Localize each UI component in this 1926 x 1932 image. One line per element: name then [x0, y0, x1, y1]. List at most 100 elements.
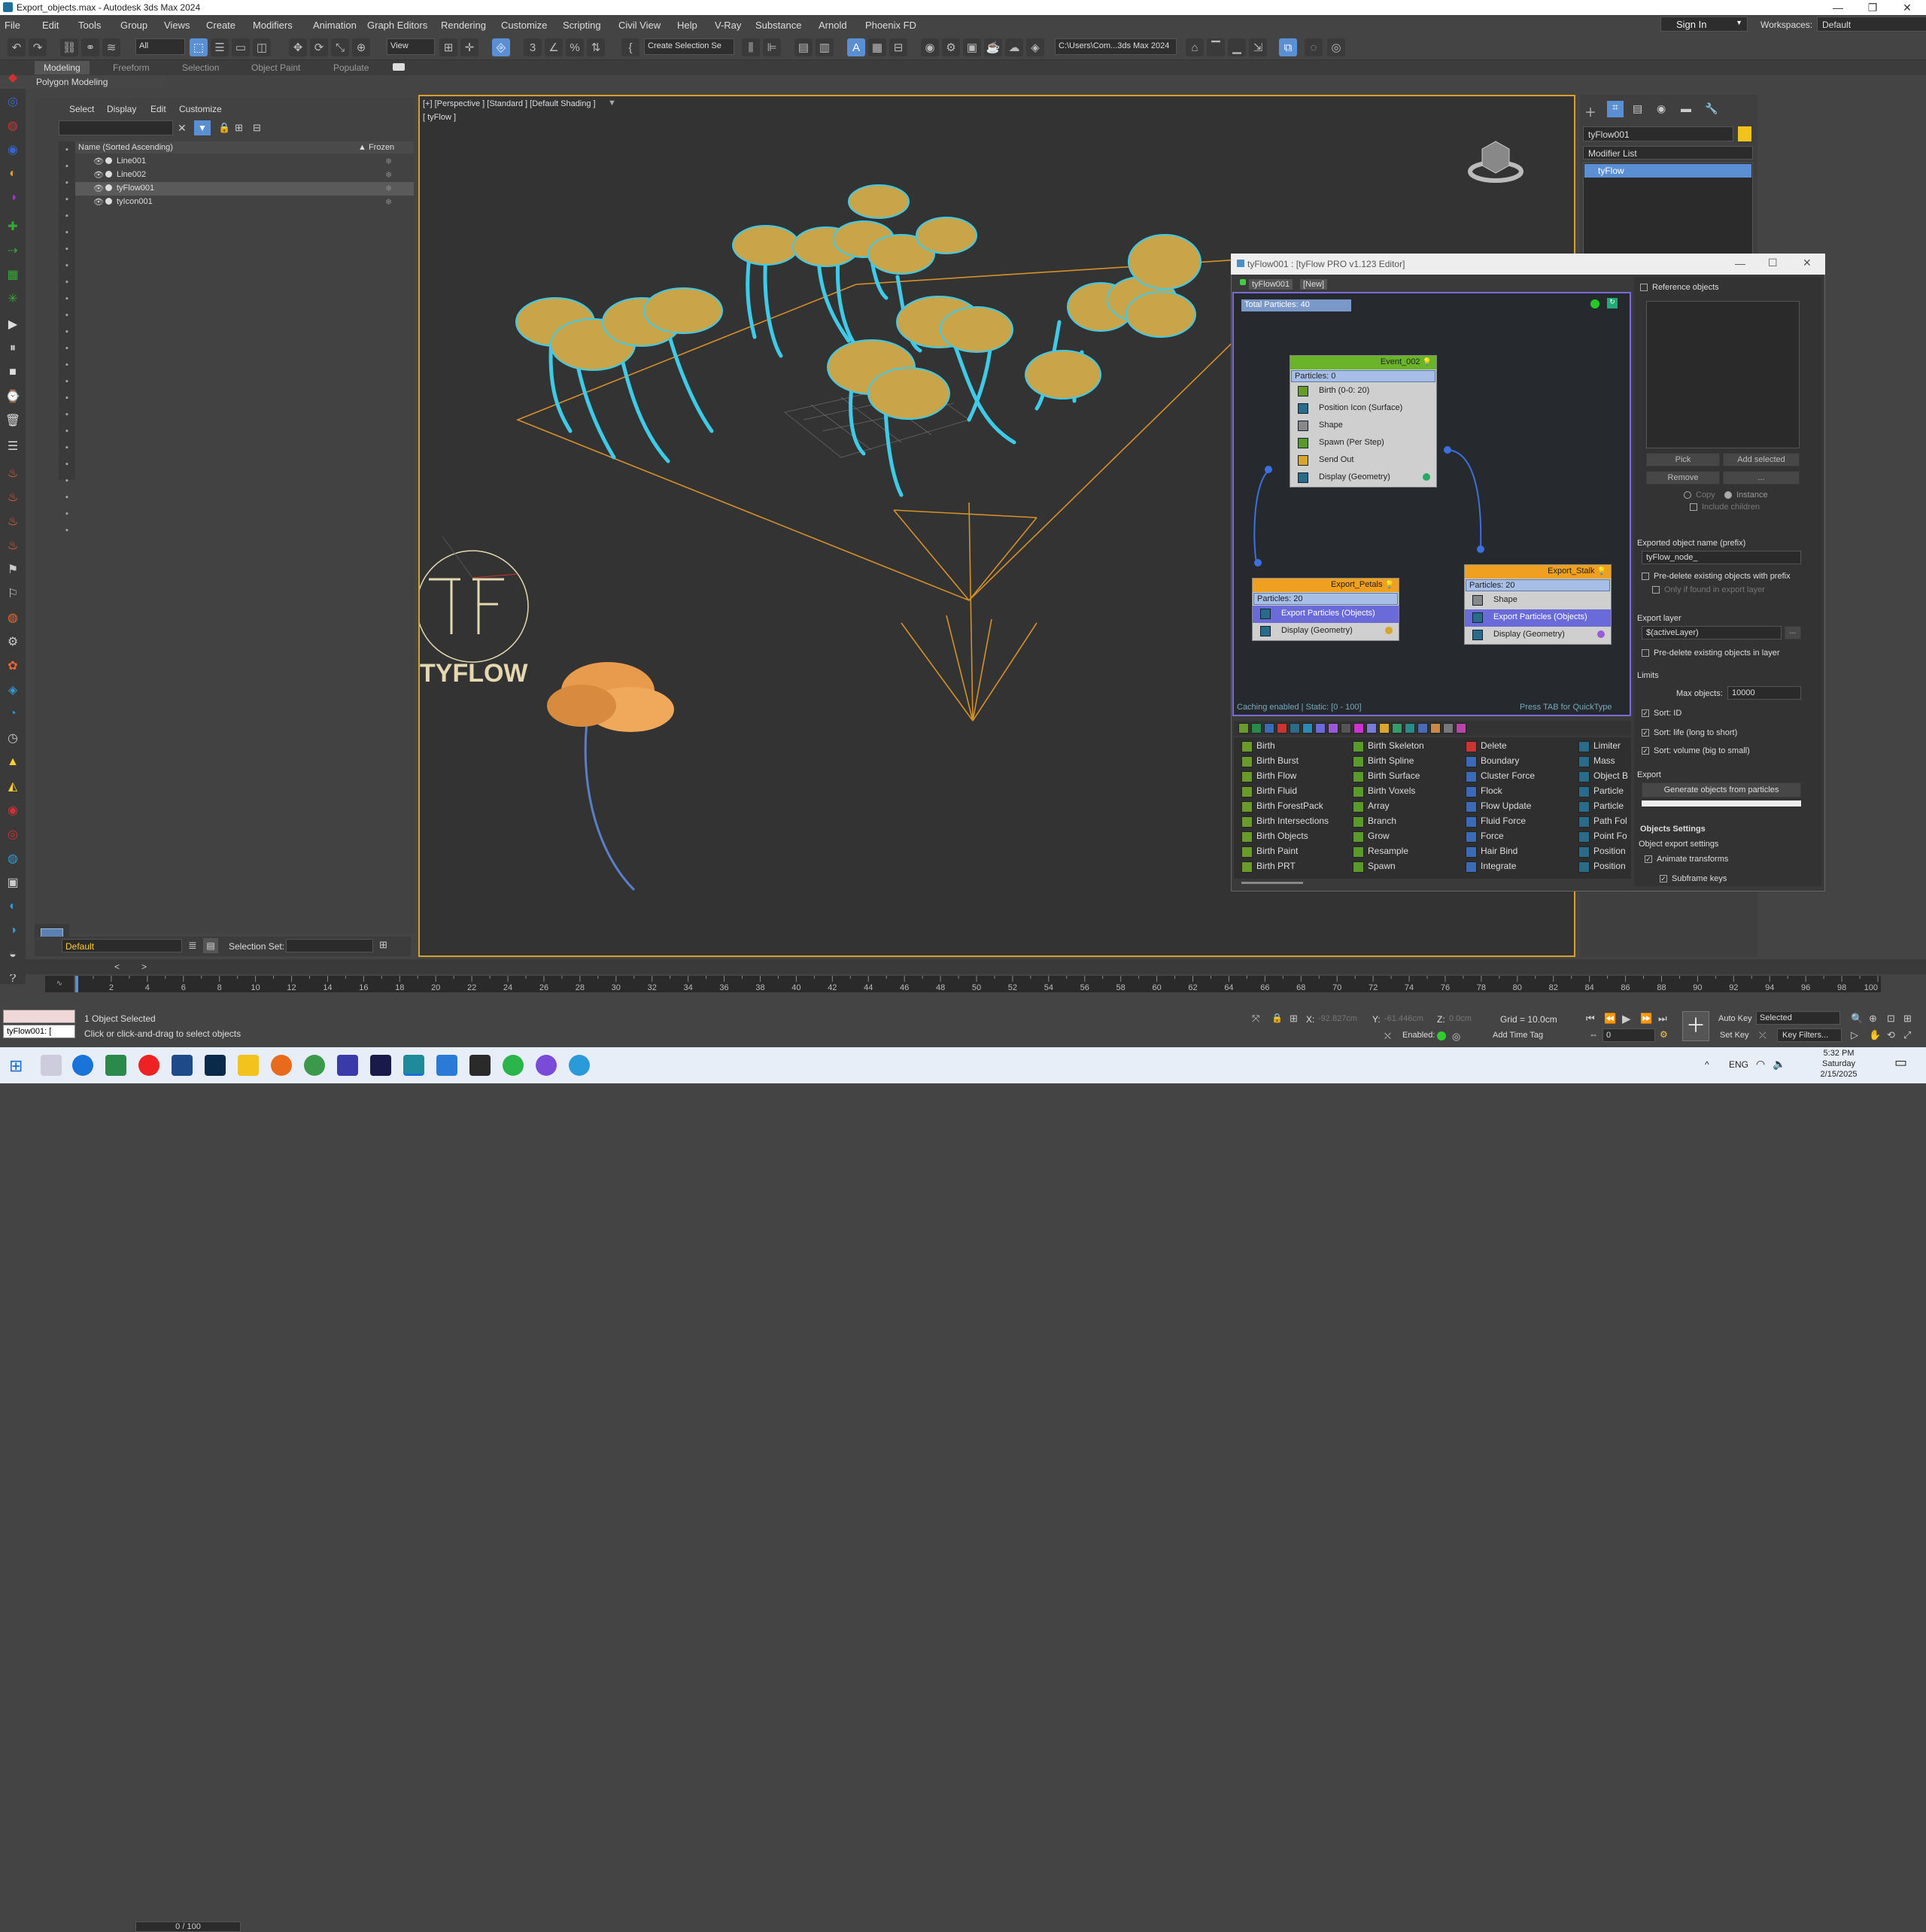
y-coordinate[interactable]: -61.446cm: [1384, 1014, 1423, 1023]
operator-item[interactable]: Particle: [1577, 785, 1631, 800]
tyflow-cache-icon[interactable]: ◎: [1327, 38, 1345, 56]
operator-item[interactable]: Cluster Force: [1464, 770, 1569, 785]
current-frame-input[interactable]: 0: [1602, 1028, 1655, 1042]
operator-item[interactable]: Resample: [1351, 846, 1457, 861]
add-selected-button[interactable]: Add selected: [1723, 453, 1800, 466]
copy-radio[interactable]: Copy: [1684, 491, 1715, 500]
operator-item[interactable]: Path Fol: [1577, 816, 1631, 831]
operator-item[interactable]: Spawn: [1351, 861, 1457, 876]
operator-item[interactable]: Array: [1351, 800, 1457, 816]
operator-item[interactable]: Birth Paint: [1240, 846, 1345, 861]
rotate-icon[interactable]: ⟳: [310, 38, 328, 56]
project-export-icon[interactable]: ⇲: [1249, 38, 1267, 56]
event-node-petals[interactable]: Export_Petals 💡 Particles: 20 Export Par…: [1252, 578, 1399, 641]
display-tab-icon[interactable]: ▬: [1681, 102, 1691, 114]
firefox-icon[interactable]: [271, 1055, 292, 1076]
scene-filter-icon[interactable]: ▪: [60, 275, 74, 289]
filter-icon[interactable]: ▼: [194, 120, 211, 135]
undo-icon[interactable]: ↶: [8, 38, 26, 56]
scene-filter-icon[interactable]: ▪: [60, 325, 74, 339]
named-selection-dropdown[interactable]: Create Selection Se: [644, 38, 734, 55]
operator-item[interactable]: Force: [1464, 831, 1569, 846]
set-key-button[interactable]: Set Key: [1720, 1031, 1749, 1040]
placement-icon[interactable]: ⊕: [352, 38, 370, 56]
column-name-header[interactable]: Name (Sorted Ascending): [78, 143, 173, 152]
viber-icon[interactable]: [536, 1055, 557, 1076]
ribbon-tab-populate[interactable]: Populate: [333, 62, 369, 73]
redo-icon[interactable]: ↷: [29, 38, 47, 56]
modify-tab-icon[interactable]: ⌗: [1607, 101, 1624, 117]
edit-named-selection-icon[interactable]: {: [621, 38, 639, 56]
scene-filter-icon[interactable]: ▪: [60, 491, 74, 504]
menu-item-create[interactable]: Create: [206, 20, 235, 31]
menu-item-arnold[interactable]: Arnold: [819, 20, 847, 31]
render-dot-icon[interactable]: [105, 171, 112, 178]
bind-space-warp-icon[interactable]: ≋: [102, 38, 120, 56]
operator-item[interactable]: Birth PRT: [1240, 861, 1345, 876]
scene-menu-customize[interactable]: Customize: [179, 104, 222, 114]
selection-set-dropdown[interactable]: [286, 939, 373, 952]
column-frozen-header[interactable]: ▲ Frozen: [358, 143, 394, 152]
maximize-icon[interactable]: ❐: [1855, 0, 1890, 15]
scene-filter-icon[interactable]: ▪: [60, 226, 74, 239]
rect-selection-icon[interactable]: ▭: [232, 38, 250, 56]
create-helpers-icon[interactable]: ◐: [4, 166, 22, 182]
add-time-tag-button[interactable]: Add Time Tag: [1493, 1031, 1543, 1040]
zoom-extents-icon[interactable]: ⊡: [1887, 1013, 1895, 1025]
operator-item[interactable]: Particle: [1577, 800, 1631, 816]
helper-icon-7[interactable]: ◔: [4, 706, 22, 722]
scale-icon[interactable]: ⤡: [331, 38, 349, 56]
operator-item[interactable]: Position: [1577, 861, 1631, 876]
helper-icon-16[interactable]: ◑: [4, 922, 22, 939]
render-setup-icon[interactable]: ⚙: [942, 38, 960, 56]
close-icon[interactable]: ✕: [1890, 0, 1924, 15]
maxscript-listener-input[interactable]: [3, 1010, 75, 1023]
menu-item-group[interactable]: Group: [120, 20, 147, 31]
palette-scrollbar[interactable]: [1241, 882, 1303, 884]
edge-icon[interactable]: [72, 1055, 93, 1076]
project-save-icon[interactable]: ▁: [1228, 38, 1246, 56]
cache-status-icon[interactable]: [1590, 299, 1599, 308]
skype-icon[interactable]: [569, 1055, 590, 1076]
helper-icon-13[interactable]: ◍: [4, 850, 22, 867]
operator-category-icon[interactable]: [1366, 723, 1377, 734]
selection-lock-icon[interactable]: 🔒: [1271, 1013, 1283, 1023]
photoshop-icon[interactable]: [205, 1055, 226, 1076]
helper-icon-4[interactable]: ⚙: [4, 633, 22, 650]
scene-filter-icon[interactable]: ▪: [60, 159, 74, 173]
time-cursor[interactable]: [75, 976, 78, 992]
select-by-name-icon[interactable]: ☰: [211, 38, 229, 56]
pen-icon[interactable]: [469, 1055, 491, 1076]
predelete-prefix-checkbox[interactable]: Pre-delete existing objects with prefix: [1642, 572, 1791, 581]
op-birth[interactable]: Birth (0-0: 20): [1290, 383, 1436, 400]
toggle-ribbon-icon[interactable]: A: [847, 38, 865, 56]
3ds-max-icon[interactable]: [403, 1055, 424, 1076]
scene-column-header[interactable]: Name (Sorted Ascending) ▲ Frozen: [75, 141, 414, 153]
snaps-toggle-icon[interactable]: 3: [524, 38, 542, 56]
event-petals-header[interactable]: Export_Petals 💡: [1253, 579, 1399, 592]
freeze-icon[interactable]: ❄: [385, 156, 392, 166]
tyflow-fire-icon[interactable]: ♨: [4, 465, 22, 481]
stop-icon[interactable]: ■: [4, 364, 22, 381]
hierarchy-icon[interactable]: ✚: [4, 218, 22, 235]
operator-item[interactable]: Birth Intersections: [1240, 816, 1345, 831]
scene-filter-icon[interactable]: ▪: [60, 242, 74, 256]
visibility-eye-icon[interactable]: 👁: [93, 170, 104, 180]
operator-category-icon[interactable]: [1430, 723, 1441, 734]
operator-category-icon[interactable]: [1341, 723, 1351, 734]
zoom-icon[interactable]: 🔍: [1851, 1013, 1863, 1025]
time-tag-icon[interactable]: ◎: [1452, 1031, 1460, 1043]
visibility-eye-icon[interactable]: 👁: [93, 156, 104, 166]
pan-icon[interactable]: ✋: [1869, 1029, 1881, 1041]
operator-item[interactable]: Birth Fluid: [1240, 785, 1345, 800]
op-export-particles[interactable]: Export Particles (Objects): [1253, 606, 1399, 623]
operator-category-icon[interactable]: [1251, 723, 1262, 734]
scene-filter-icon[interactable]: ▪: [60, 308, 74, 322]
operator-item[interactable]: Grow: [1351, 831, 1457, 846]
pick-button[interactable]: Pick: [1646, 453, 1720, 466]
scene-filter-icon[interactable]: ▪: [60, 342, 74, 355]
scene-filter-icon[interactable]: ▪: [60, 441, 74, 454]
workspace-dropdown[interactable]: Default: [1817, 17, 1926, 32]
sort-life-checkbox[interactable]: ✓ Sort: life (long to short): [1642, 728, 1737, 737]
phoenix-fire-icon[interactable]: ♨: [4, 489, 22, 506]
